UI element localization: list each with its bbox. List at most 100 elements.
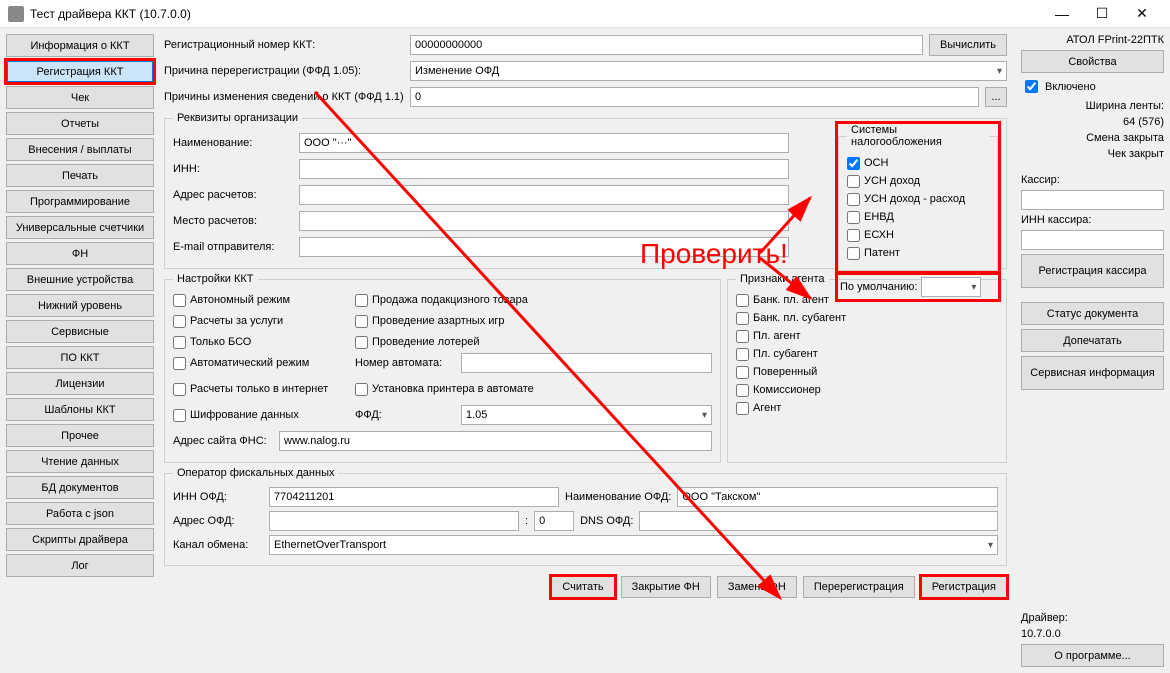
kkt-encryption[interactable]: Шифрование данных — [173, 406, 343, 424]
tax-default-select[interactable] — [921, 277, 981, 297]
kkt-gambling[interactable]: Проведение азартных игр — [355, 312, 712, 330]
ofd-channel-label: Канал обмена: — [173, 539, 263, 551]
organization-legend: Реквизиты организации — [173, 112, 302, 124]
nav-db-docs[interactable]: БД документов — [6, 476, 154, 499]
nav-check[interactable]: Чек — [6, 86, 154, 109]
rereg-reason-select[interactable]: Изменение ОФД — [410, 61, 1007, 81]
kkt-bso[interactable]: Только БСО — [173, 333, 343, 351]
agent-pay-agent[interactable]: Пл. агент — [736, 327, 998, 345]
ffd-select[interactable]: 1.05 — [461, 405, 712, 425]
change-reasons-browse[interactable]: ... — [985, 87, 1007, 107]
tax-eshn[interactable]: ЕСХН — [847, 226, 989, 244]
kkt-internet[interactable]: Расчеты только в интернет — [173, 375, 343, 403]
nav-scripts[interactable]: Скрипты драйвера — [6, 528, 154, 551]
about-button[interactable]: О программе... — [1021, 644, 1164, 667]
ofd-inn-input[interactable] — [269, 487, 559, 507]
ofd-dns-label: DNS ОФД: — [580, 515, 633, 527]
properties-button[interactable]: Свойства — [1021, 50, 1164, 73]
registration-button[interactable]: Регистрация — [921, 576, 1007, 598]
main-panel: Регистрационный номер ККТ: Вычислить При… — [160, 28, 1015, 673]
agent-commissioner[interactable]: Комиссионер — [736, 381, 998, 399]
automat-number-label: Номер автомата: — [355, 357, 455, 369]
tax-usn-income[interactable]: УСН доход — [847, 172, 989, 190]
fns-url-input[interactable] — [279, 431, 712, 451]
ofd-addr-label: Адрес ОФД: — [173, 515, 263, 527]
reg-number-label: Регистрационный номер ККТ: — [164, 39, 404, 51]
change-reasons-input[interactable] — [410, 87, 979, 107]
address-input[interactable] — [299, 185, 789, 205]
cashier-input[interactable] — [1021, 190, 1164, 210]
ffd-label: ФФД: — [355, 409, 455, 421]
kkt-settings-fieldset: Настройки ККТ Автономный режим Расчеты з… — [164, 273, 721, 463]
nav-service[interactable]: Сервисные — [6, 320, 154, 343]
nav-counters[interactable]: Универсальные счетчики — [6, 216, 154, 239]
agent-agent[interactable]: Агент — [736, 399, 998, 417]
nav-print[interactable]: Печать — [6, 164, 154, 187]
organization-fieldset: Реквизиты организации Наименование: ИНН:… — [164, 112, 1007, 269]
nav-po-kkt[interactable]: ПО ККТ — [6, 346, 154, 369]
reg-number-input[interactable] — [410, 35, 923, 55]
enabled-checkbox[interactable]: Включено — [1021, 77, 1164, 96]
place-input[interactable] — [299, 211, 789, 231]
nav-programming[interactable]: Программирование — [6, 190, 154, 213]
nav-licenses[interactable]: Лицензии — [6, 372, 154, 395]
nav-reports[interactable]: Отчеты — [6, 112, 154, 135]
minimize-button[interactable]: ― — [1042, 2, 1082, 26]
agent-bank-subagent[interactable]: Банк. пл. субагент — [736, 309, 998, 327]
register-cashier-button[interactable]: Регистрация кассира — [1021, 254, 1164, 288]
tax-envd[interactable]: ЕНВД — [847, 208, 989, 226]
cashier-label: Кассир: — [1021, 174, 1164, 186]
ofd-dns-input[interactable] — [639, 511, 998, 531]
kkt-autonomous[interactable]: Автономный режим — [173, 291, 343, 309]
ofd-port-input[interactable] — [534, 511, 574, 531]
maximize-button[interactable]: ☐ — [1082, 2, 1122, 26]
nav-other[interactable]: Прочее — [6, 424, 154, 447]
nav-external[interactable]: Внешние устройства — [6, 268, 154, 291]
replace-fn-button[interactable]: Замена ФН — [717, 576, 797, 598]
nav-fn[interactable]: ФН — [6, 242, 154, 265]
ofd-name-label: Наименование ОФД: — [565, 491, 671, 503]
nav-registration-kkt[interactable]: Регистрация ККТ — [6, 60, 154, 83]
cashier-inn-input[interactable] — [1021, 230, 1164, 250]
kkt-services[interactable]: Расчеты за услуги — [173, 312, 343, 330]
inn-input[interactable] — [299, 159, 789, 179]
nav-read-data[interactable]: Чтение данных — [6, 450, 154, 473]
driver-version: 10.7.0.0 — [1021, 628, 1164, 640]
kkt-automatic[interactable]: Автоматический режим — [173, 354, 343, 372]
ofd-addr-input[interactable] — [269, 511, 519, 531]
tax-osn[interactable]: ОСН — [847, 154, 989, 172]
automat-number-input[interactable] — [461, 353, 712, 373]
kkt-excise[interactable]: Продажа подакцизного товара — [355, 291, 712, 309]
agent-pay-subagent[interactable]: Пл. субагент — [736, 345, 998, 363]
reregistration-button[interactable]: Перерегистрация — [803, 576, 915, 598]
reprint-button[interactable]: Допечатать — [1021, 329, 1164, 352]
calculate-button[interactable]: Вычислить — [929, 34, 1007, 56]
ofd-name-input[interactable] — [677, 487, 998, 507]
tax-patent[interactable]: Патент — [847, 244, 989, 262]
change-reasons-label: Причины изменения сведений о ККТ (ФФД 1.… — [164, 91, 404, 103]
tape-width-value: 64 (576) — [1021, 116, 1164, 128]
email-input[interactable] — [299, 237, 789, 257]
ofd-channel-select[interactable]: EthernetOverTransport — [269, 535, 998, 555]
close-button[interactable]: ✕ — [1122, 2, 1162, 26]
org-name-input[interactable] — [299, 133, 789, 153]
nav-templates[interactable]: Шаблоны ККТ — [6, 398, 154, 421]
place-label: Место расчетов: — [173, 215, 293, 227]
nav-deposits[interactable]: Внесения / выплаты — [6, 138, 154, 161]
nav-info-kkt[interactable]: Информация о ККТ — [6, 34, 154, 57]
rereg-reason-label: Причина перерегистрации (ФФД 1.05): — [164, 65, 404, 77]
kkt-printer-install[interactable]: Установка принтера в автомате — [355, 375, 712, 403]
close-fn-button[interactable]: Закрытие ФН — [621, 576, 711, 598]
nav-lowlevel[interactable]: Нижний уровень — [6, 294, 154, 317]
tax-usn-inc-exp[interactable]: УСН доход - расход — [847, 190, 989, 208]
nav-log[interactable]: Лог — [6, 554, 154, 577]
read-button[interactable]: Считать — [551, 576, 614, 598]
inn-label: ИНН: — [173, 163, 293, 175]
nav-json[interactable]: Работа с json — [6, 502, 154, 525]
service-info-button[interactable]: Сервисная информация — [1021, 356, 1164, 390]
agent-attorney[interactable]: Поверенный — [736, 363, 998, 381]
check-status: Чек закрыт — [1021, 148, 1164, 160]
kkt-lottery[interactable]: Проведение лотерей — [355, 333, 712, 351]
agent-legend: Признаки агента — [736, 273, 829, 285]
doc-status-button[interactable]: Статус документа — [1021, 302, 1164, 325]
